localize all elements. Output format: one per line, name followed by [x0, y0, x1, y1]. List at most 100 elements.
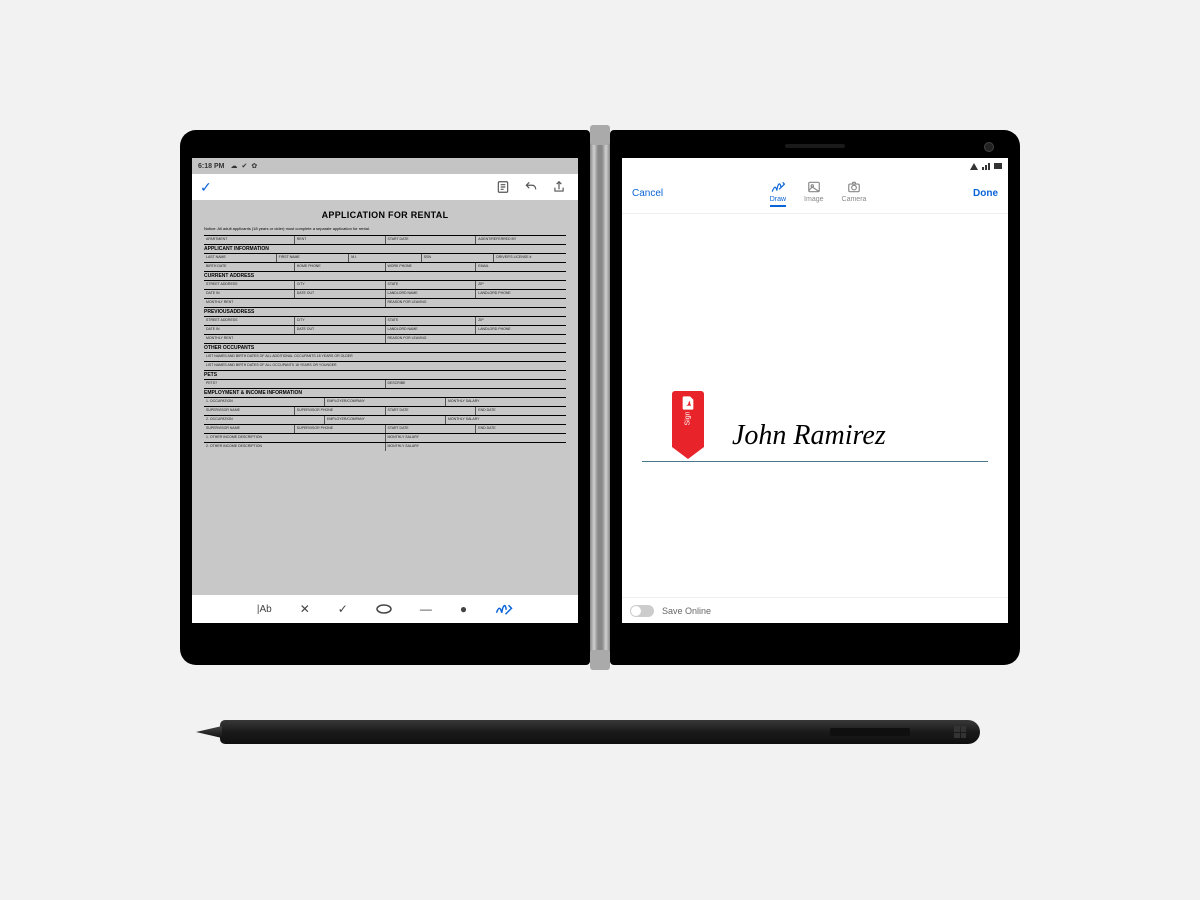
dual-screen-device: 6:18 PM ☁ ✔ ✿ ✓: [180, 130, 1020, 665]
checkmark-tool-button[interactable]: ✓: [338, 602, 348, 616]
form-row: STREET ADDRESSCITYSTATEZIP: [204, 280, 566, 289]
form-cell: REASON FOR LEAVING: [385, 299, 567, 307]
cancel-button[interactable]: Cancel: [632, 188, 663, 199]
form-cell: SUPERVISOR PHONE: [294, 407, 385, 415]
status-bar-left: 6:18 PM ☁ ✔ ✿: [192, 158, 578, 174]
tab-label: Camera: [842, 196, 867, 203]
form-cell: EMPLOYER/COMPANY: [324, 398, 445, 406]
form-row: LIST NAMES AND BIRTH DATES OF ALL OCCUPA…: [204, 361, 566, 370]
text-tool-button[interactable]: |Ab: [257, 604, 272, 615]
form-cell: CITY: [294, 281, 385, 289]
form-cell: STREET ADDRESS: [204, 281, 294, 289]
form-row: STREET ADDRESSCITYSTATEZIP: [204, 316, 566, 325]
line-tool-button[interactable]: —: [420, 602, 432, 616]
form-cell: REASON FOR LEAVING: [385, 335, 567, 343]
form-cell: CITY: [294, 317, 385, 325]
right-screen: Cancel Draw Image Camera Done Sign John Ra…: [622, 158, 1008, 637]
form-cell: LANDLORD NAME: [385, 290, 476, 298]
save-online-row: Save Online: [622, 597, 1008, 623]
speaker-grille: [785, 144, 845, 148]
confirm-check-button[interactable]: ✓: [200, 179, 212, 196]
section-heading: EMPLOYMENT & INCOME INFORMATION: [204, 388, 566, 397]
form-row: MONTHLY RENTREASON FOR LEAVING: [204, 298, 566, 307]
form-row: SUPERVISOR NAMESUPERVISOR PHONESTART DAT…: [204, 424, 566, 433]
form-cell: MONTHLY SALARY: [445, 398, 566, 406]
form-cell: START DATE: [385, 236, 476, 244]
form-cell: END DATE: [475, 425, 566, 433]
form-cell: LIST NAMES AND BIRTH DATES OF ALL OCCUPA…: [204, 362, 566, 370]
status-icons: ☁ ✔ ✿: [230, 162, 257, 170]
form-cell: STATE: [385, 317, 476, 325]
draw-icon: [771, 180, 785, 194]
status-time: 6:18 PM: [198, 163, 224, 170]
form-cell: MONTHLY SALARY: [385, 443, 567, 451]
annotation-toolbar: |Ab ✕ ✓ — ●: [192, 595, 578, 623]
form-cell: ZIP: [475, 281, 566, 289]
form-row: 2. OTHER INCOME DESCRIPTIONMONTHLY SALAR…: [204, 442, 566, 451]
device-right-panel: Cancel Draw Image Camera Done Sign John Ra…: [610, 130, 1020, 665]
image-icon: [807, 180, 821, 194]
form-row: APARTMENTRENTSTART DATEAGENT/REFERRED BY: [204, 235, 566, 244]
tab-draw[interactable]: Draw: [770, 180, 786, 207]
form-row: SUPERVISOR NAMESUPERVISOR PHONESTART DAT…: [204, 406, 566, 415]
form-cell: 1. OCCUPATION: [204, 398, 324, 406]
status-bar-right: [622, 158, 1008, 174]
tab-camera[interactable]: Camera: [842, 180, 867, 207]
properties-button[interactable]: [492, 176, 514, 198]
form-cell: LANDLORD PHONE: [475, 290, 566, 298]
form-row: PETS?DESCRIBE: [204, 379, 566, 388]
form-cell: DRIVER'S LICENSE #: [493, 254, 566, 262]
signature-baseline: [642, 461, 988, 462]
signature-canvas[interactable]: Sign John Ramirez: [622, 214, 1008, 597]
form-cell: LANDLORD PHONE: [475, 326, 566, 334]
stylus-tip: [196, 726, 222, 738]
form-cell: DATE OUT: [294, 290, 385, 298]
form-cell: HOME PHONE: [294, 263, 385, 271]
form-cell: DATE IN: [204, 326, 294, 334]
form-cell: LAST NAME: [204, 254, 276, 262]
dot-tool-button[interactable]: ●: [460, 602, 467, 616]
pdf-document-viewer[interactable]: APPLICATION FOR RENTAL Notice: All adult…: [192, 200, 578, 595]
form-cell: 2. OTHER INCOME DESCRIPTION: [204, 443, 385, 451]
ellipse-tool-button[interactable]: [376, 604, 392, 614]
document-notice: Notice: All adult applicants (18 years o…: [204, 226, 566, 231]
signature-tool-button[interactable]: [495, 602, 513, 616]
section-heading: PETS: [204, 370, 566, 379]
save-online-toggle[interactable]: [630, 605, 654, 617]
undo-button[interactable]: [520, 176, 542, 198]
signature-toolbar: Cancel Draw Image Camera Done: [622, 174, 1008, 214]
save-online-label: Save Online: [662, 606, 711, 616]
document-title: APPLICATION FOR RENTAL: [204, 210, 566, 220]
form-cell: BIRTH DATE: [204, 263, 294, 271]
tab-label: Image: [804, 196, 823, 203]
gear-icon: ✿: [251, 162, 257, 170]
form-cell: SSN: [421, 254, 494, 262]
signal-icon: [982, 163, 990, 170]
tab-label: Draw: [770, 196, 786, 203]
form-cell: AGENT/REFERRED BY: [475, 236, 566, 244]
form-cell: SUPERVISOR PHONE: [294, 425, 385, 433]
tab-image[interactable]: Image: [804, 180, 823, 207]
form-row: DATE INDATE OUTLANDLORD NAMELANDLORD PHO…: [204, 289, 566, 298]
form-cell: PETS?: [204, 380, 385, 388]
form-row: 2. OCCUPATIONEMPLOYER/COMPANYMONTHLY SAL…: [204, 415, 566, 424]
strike-tool-button[interactable]: ✕: [300, 602, 310, 616]
form-cell: 2. OCCUPATION: [204, 416, 324, 424]
done-button[interactable]: Done: [973, 188, 998, 199]
android-nav-bar: [192, 623, 578, 637]
wifi-icon: [970, 163, 978, 170]
form-row: BIRTH DATEHOME PHONEWORK PHONEEMAIL: [204, 262, 566, 271]
section-heading: OTHER OCCUPANTS: [204, 343, 566, 352]
signature-mode-tabs: Draw Image Camera: [663, 180, 973, 207]
form-cell: DESCRIBE: [385, 380, 567, 388]
section-heading: CURRENT ADDRESS: [204, 271, 566, 280]
form-cell: EMPLOYER/COMPANY: [324, 416, 445, 424]
stylus-button: [830, 728, 910, 736]
form-row: MONTHLY RENTREASON FOR LEAVING: [204, 334, 566, 343]
form-cell: APARTMENT: [204, 236, 294, 244]
signature-text: John Ramirez: [732, 420, 886, 452]
cloud-icon: ☁: [230, 162, 237, 170]
form-cell: MONTHLY SALARY: [445, 416, 566, 424]
form-cell: WORK PHONE: [385, 263, 476, 271]
share-button[interactable]: [548, 176, 570, 198]
